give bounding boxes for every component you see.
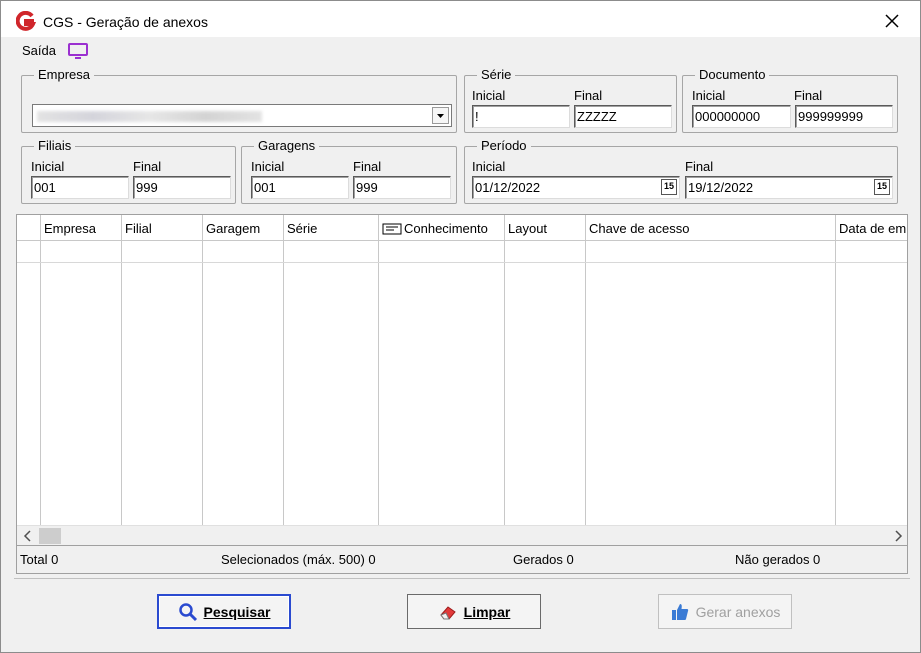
serie-final-input[interactable]: ZZZZZ bbox=[574, 105, 672, 128]
garagens-final-input[interactable]: 999 bbox=[353, 176, 451, 199]
status-generated: Gerados 0 bbox=[513, 552, 574, 567]
search-icon bbox=[178, 602, 197, 621]
main-window: CGS - Geração de anexos Saída Empresa Sé… bbox=[0, 0, 921, 653]
window-title: CGS - Geração de anexos bbox=[43, 14, 208, 30]
filiais-final-label: Final bbox=[133, 159, 162, 174]
documento-group: Documento Inicial Final 000000000 999999… bbox=[682, 67, 898, 133]
calendar-icon[interactable]: 15 bbox=[874, 179, 890, 195]
horizontal-scrollbar[interactable] bbox=[17, 525, 907, 545]
button-bar: Pesquisar Limpar Gerar anexos bbox=[14, 578, 910, 644]
serie-initial-label: Inicial bbox=[472, 88, 506, 103]
monitor-icon[interactable] bbox=[67, 42, 89, 60]
documento-final-label: Final bbox=[794, 88, 823, 103]
scroll-left-icon[interactable] bbox=[20, 528, 36, 544]
empresa-group: Empresa bbox=[21, 67, 457, 133]
dropdown-arrow-icon[interactable] bbox=[432, 107, 449, 124]
garagens-final-label: Final bbox=[353, 159, 382, 174]
filiais-final-input[interactable]: 999 bbox=[133, 176, 231, 199]
close-icon[interactable] bbox=[881, 10, 903, 32]
generate-attachments-button[interactable]: Gerar anexos bbox=[658, 594, 792, 629]
serie-final-label: Final bbox=[574, 88, 603, 103]
status-not-generated: Não gerados 0 bbox=[735, 552, 821, 567]
periodo-initial-input[interactable]: 01/12/2022 15 bbox=[472, 176, 680, 199]
documento-group-label: Documento bbox=[695, 67, 770, 82]
periodo-initial-value: 01/12/2022 bbox=[475, 180, 541, 195]
menu-bar: Saída bbox=[1, 37, 920, 63]
clear-button-label: Limpar bbox=[463, 603, 511, 620]
periodo-final-input[interactable]: 19/12/2022 15 bbox=[685, 176, 893, 199]
documento-initial-label: Inicial bbox=[692, 88, 726, 103]
documento-initial-input[interactable]: 000000000 bbox=[692, 105, 791, 128]
periodo-final-value: 19/12/2022 bbox=[688, 180, 754, 195]
serie-group: Série Inicial Final ! ZZZZZ bbox=[464, 67, 677, 133]
garagens-initial-input[interactable]: 001 bbox=[251, 176, 349, 199]
filiais-group-label: Filiais bbox=[34, 138, 76, 153]
serie-group-label: Série bbox=[477, 67, 516, 82]
calendar-icon[interactable]: 15 bbox=[661, 179, 677, 195]
periodo-final-label: Final bbox=[685, 159, 714, 174]
thumbs-up-icon bbox=[671, 603, 688, 620]
documento-final-input[interactable]: 999999999 bbox=[795, 105, 893, 128]
periodo-initial-label: Inicial bbox=[472, 159, 506, 174]
clear-button[interactable]: Limpar bbox=[407, 594, 541, 629]
grid-row-divider bbox=[17, 262, 907, 263]
grid-header-divider bbox=[17, 215, 907, 241]
eraser-icon bbox=[439, 605, 456, 619]
periodo-group: Período Inicial Final 01/12/2022 15 19/1… bbox=[464, 138, 898, 204]
empresa-selected-value bbox=[37, 111, 262, 122]
menu-exit[interactable]: Saída bbox=[22, 43, 56, 58]
cgs-logo-icon bbox=[16, 11, 36, 31]
empresa-select[interactable] bbox=[32, 104, 452, 127]
filiais-group: Filiais Inicial Final 001 999 bbox=[21, 138, 236, 204]
results-grid[interactable]: Empresa Filial Garagem Série Conheciment… bbox=[16, 214, 908, 546]
filiais-initial-input[interactable]: 001 bbox=[31, 176, 129, 199]
filiais-initial-label: Inicial bbox=[31, 159, 65, 174]
empresa-group-label: Empresa bbox=[34, 67, 95, 82]
serie-initial-input[interactable]: ! bbox=[472, 105, 570, 128]
status-selected: Selecionados (máx. 500) 0 bbox=[221, 552, 376, 567]
search-button[interactable]: Pesquisar bbox=[157, 594, 291, 629]
scroll-right-icon[interactable] bbox=[890, 528, 906, 544]
garagens-initial-label: Inicial bbox=[251, 159, 285, 174]
scrollbar-thumb[interactable] bbox=[39, 528, 61, 544]
status-bar: Total 0 Selecionados (máx. 500) 0 Gerado… bbox=[16, 546, 908, 574]
status-total: Total 0 bbox=[20, 552, 59, 567]
periodo-group-label: Período bbox=[477, 138, 531, 153]
title-bar: CGS - Geração de anexos bbox=[1, 1, 920, 37]
garagens-group-label: Garagens bbox=[254, 138, 320, 153]
search-button-label: Pesquisar bbox=[203, 603, 271, 620]
garagens-group: Garagens Inicial Final 001 999 bbox=[241, 138, 457, 204]
generate-button-label: Gerar anexos bbox=[695, 603, 781, 620]
